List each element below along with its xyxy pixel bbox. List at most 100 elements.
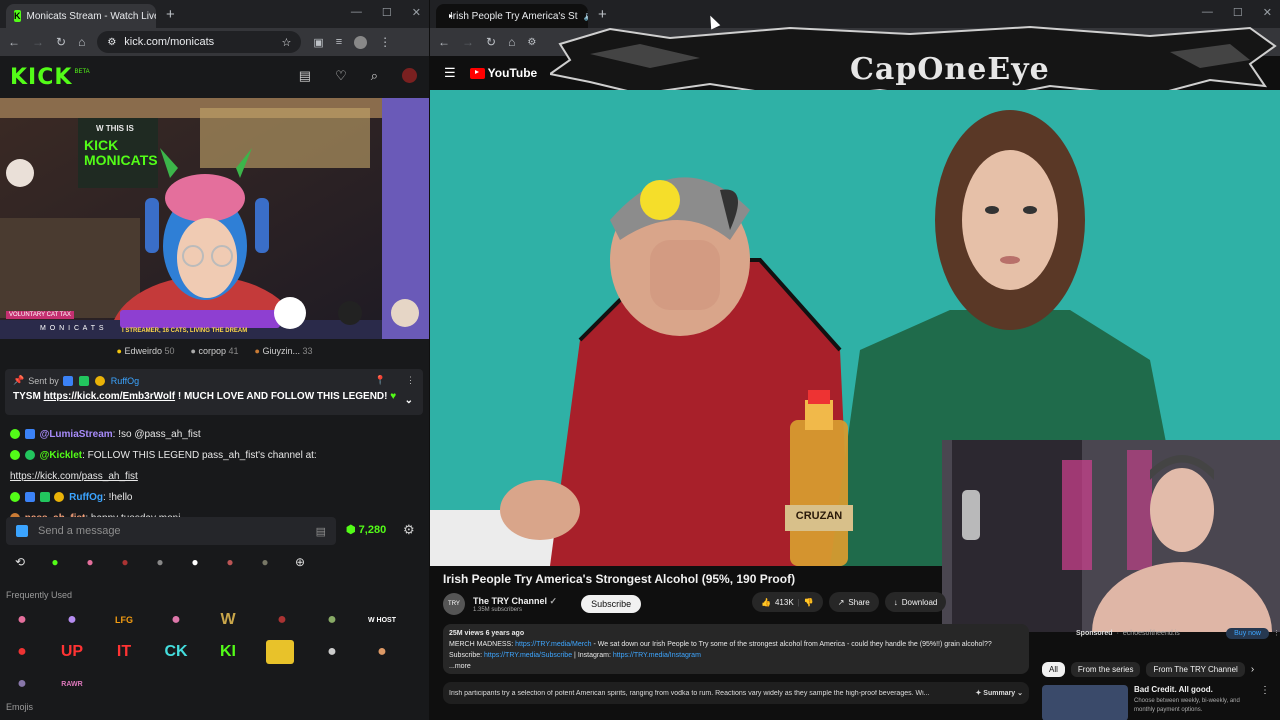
close-window-icon[interactable]: ✕ [1263, 6, 1272, 19]
emote[interactable]: ● [8, 672, 36, 696]
rec-item[interactable]: Bad Credit. All good. Choose between wee… [1042, 685, 1280, 720]
subscribe-link[interactable]: https://TRY.media/Subscribe [484, 652, 572, 659]
emote[interactable]: ● [318, 640, 346, 664]
pinned-menu-icon[interactable]: ⋮ [406, 375, 415, 386]
instagram-link[interactable]: https://TRY.media/Instagram [613, 652, 701, 659]
recent-emotes-icon[interactable]: ⟲ [10, 553, 30, 571]
home-icon[interactable]: ⌂ [508, 35, 515, 49]
chat-link[interactable]: https://kick.com/pass_ah_fist [10, 471, 138, 482]
chat-messages: @LumiaStream: !so @pass_ah_fist @Kicklet… [0, 420, 429, 524]
summary-button[interactable]: ✦ Summary ⌄ [975, 689, 1023, 697]
channel-avatar[interactable]: TRY [443, 593, 465, 615]
chip-from-channel[interactable]: From The TRY Channel [1146, 662, 1245, 677]
pinned-link[interactable]: https://kick.com/Emb3rWolf [44, 391, 176, 402]
emote[interactable]: UP [58, 640, 86, 664]
chip-all[interactable]: All [1042, 662, 1065, 677]
expand-chevron-icon[interactable]: ⌄ [405, 395, 413, 406]
pinned-sender[interactable]: RuffOg [111, 376, 139, 386]
forward-icon[interactable]: → [32, 35, 44, 49]
hamburger-menu-icon[interactable]: ☰ [444, 65, 456, 81]
playlist-icon[interactable]: ≡ [336, 36, 342, 48]
new-tab-icon[interactable]: + [166, 6, 175, 23]
emote[interactable]: ● [268, 608, 296, 632]
share-button[interactable]: ↗ Share [828, 592, 879, 612]
overlay-streamer-name: M O N I C A T S [40, 325, 105, 332]
chat-settings-gear-icon[interactable]: ⚙ [403, 522, 415, 538]
menu-icon[interactable]: ⋮ [379, 35, 391, 49]
globe-icon[interactable]: ⊕ [290, 553, 310, 571]
leaderboard-entry[interactable]: ● Edweirdo 50 [117, 346, 175, 356]
subscribe-button[interactable]: Subscribe [581, 595, 642, 613]
emote[interactable]: ● [58, 608, 86, 632]
back-icon[interactable]: ← [438, 35, 450, 49]
channel-emote-icon[interactable]: ● [115, 553, 135, 571]
leaderboard-entry[interactable]: ● corpop 41 [191, 346, 239, 356]
video-description[interactable]: 25M views 6 years ago MERCH MADNESS: htt… [443, 624, 1029, 674]
emote[interactable] [266, 640, 294, 664]
chat-username[interactable]: RuffOg [69, 492, 103, 503]
emote[interactable]: RAWR [58, 672, 86, 696]
profile-avatar[interactable] [354, 35, 368, 49]
unpin-icon[interactable]: 📍 [375, 375, 386, 386]
reload-icon[interactable]: ↻ [486, 35, 496, 49]
emote-picker-icon[interactable]: ▤ [316, 525, 326, 538]
emote[interactable]: W [214, 608, 242, 632]
emote[interactable]: ● [318, 608, 346, 632]
chip-from-series[interactable]: From the series [1070, 662, 1141, 677]
kick-logo[interactable]: KICK [10, 65, 72, 90]
audio-icon[interactable]: 🔊 [584, 11, 588, 22]
leaderboard-entry[interactable]: ● Giuyzin... 33 [255, 346, 313, 356]
emote[interactable]: IT [110, 640, 138, 664]
emote[interactable]: W HOST [368, 608, 396, 632]
ad-menu-icon[interactable]: ⋮ [1273, 629, 1280, 637]
youtube-logo[interactable]: YouTube [469, 66, 537, 80]
channel-points[interactable]: ⬢ 7,280 [346, 523, 386, 536]
like-button[interactable]: 👍 413K | 👎 [752, 592, 823, 612]
channel-emote-icon[interactable]: ● [220, 553, 240, 571]
download-button[interactable]: ↓ Download [884, 592, 947, 612]
site-info-icon[interactable]: ⚙ [107, 37, 116, 48]
channel-emote-icon[interactable]: ● [150, 553, 170, 571]
channel-name[interactable]: The TRY Channel [473, 596, 547, 606]
search-icon[interactable]: ⌕ [371, 68, 378, 84]
emote[interactable]: LFG [110, 608, 138, 632]
media-icon[interactable]: ▣ [313, 36, 323, 49]
home-icon[interactable]: ⌂ [78, 35, 85, 49]
close-window-icon[interactable]: ✕ [412, 6, 421, 19]
emote[interactable]: CK [162, 640, 190, 664]
chat-username[interactable]: @Kicklet [40, 450, 83, 461]
new-tab-icon[interactable]: + [598, 6, 607, 23]
back-icon[interactable]: ← [8, 35, 20, 49]
site-info-icon[interactable]: ⚙ [527, 37, 536, 48]
chat-input[interactable]: Send a message ▤ [6, 517, 336, 545]
emote[interactable]: ● [368, 640, 396, 664]
user-avatar[interactable] [402, 68, 417, 83]
channel-emote-icon[interactable]: ● [255, 553, 275, 571]
more-link[interactable]: ...more [449, 661, 1023, 672]
channel-emote-icon[interactable]: ● [80, 553, 100, 571]
maximize-icon[interactable]: ☐ [382, 6, 392, 19]
chat-username[interactable]: @LumiaStream [40, 429, 113, 440]
emote[interactable]: ● [162, 608, 190, 632]
stream-video[interactable]: W THIS IS KICK MONICATS VOLUNTARY CAT TA… [0, 98, 429, 339]
minimize-icon[interactable]: — [1202, 6, 1213, 19]
rec-menu-icon[interactable]: ⋮ [1260, 685, 1270, 720]
emote[interactable]: ● [8, 640, 36, 664]
following-heart-icon[interactable]: ♡ [335, 68, 347, 84]
maximize-icon[interactable]: ☐ [1233, 6, 1243, 19]
tab-kick[interactable]: K Monicats Stream - Watch Live o ✕ [6, 4, 156, 28]
merch-link[interactable]: https://TRY.media/Merch [515, 641, 591, 648]
bookmark-star-icon[interactable]: ☆ [281, 36, 291, 49]
minimize-icon[interactable]: — [351, 6, 362, 19]
reload-icon[interactable]: ↻ [56, 35, 66, 49]
forward-icon[interactable]: → [462, 35, 474, 49]
chip-next-icon[interactable]: › [1251, 664, 1254, 675]
thumbs-down-icon[interactable]: 👎 [804, 598, 814, 607]
url-field[interactable]: ⚙ kick.com/monicats ☆ [97, 31, 302, 53]
buy-now-button[interactable]: Buy now [1226, 627, 1269, 639]
emote[interactable]: ● [8, 608, 36, 632]
kick-emotes-icon[interactable]: ● [45, 553, 65, 571]
emote[interactable]: KI [214, 640, 242, 664]
browse-icon[interactable]: ▤ [299, 68, 311, 84]
channel-emote-icon[interactable]: ● [185, 553, 205, 571]
